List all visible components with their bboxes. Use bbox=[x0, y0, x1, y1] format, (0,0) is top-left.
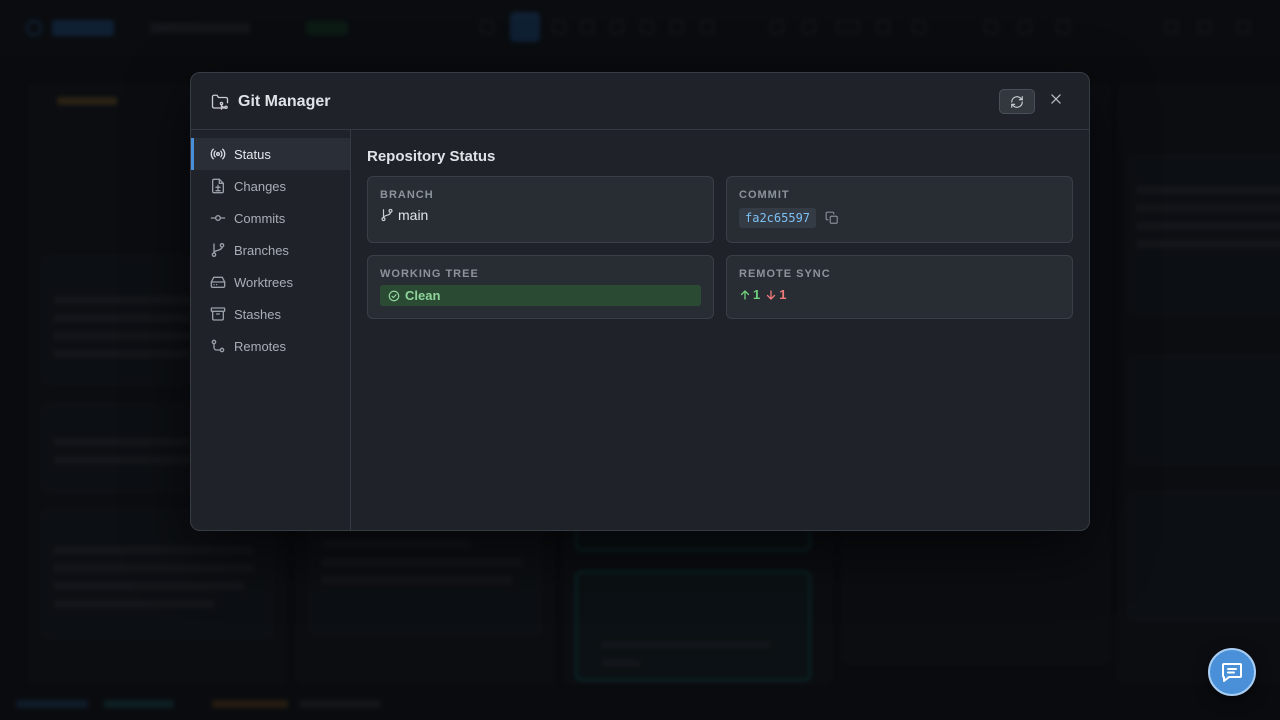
sidebar-item-worktrees[interactable]: Worktrees bbox=[191, 266, 350, 298]
sidebar-item-label: Status bbox=[234, 146, 271, 162]
sidebar-item-stashes[interactable]: Stashes bbox=[191, 298, 350, 330]
commit-card: COMMIT fa2c65597 bbox=[726, 176, 1073, 243]
branch-value-row: main bbox=[380, 207, 428, 223]
branch-card: BRANCH main bbox=[367, 176, 714, 243]
card-label: BRANCH bbox=[380, 189, 434, 201]
behind-count: 1 bbox=[779, 287, 787, 302]
branch-icon bbox=[381, 208, 393, 222]
branch-name: main bbox=[398, 207, 429, 223]
sidebar-item-label: Worktrees bbox=[234, 274, 293, 290]
check-circle-icon bbox=[388, 290, 400, 301]
section-title: Repository Status bbox=[367, 148, 496, 165]
card-label: COMMIT bbox=[739, 189, 790, 201]
refresh-button[interactable] bbox=[999, 89, 1035, 114]
sidebar-item-status[interactable]: Status bbox=[191, 138, 350, 170]
refresh-icon bbox=[1011, 95, 1023, 108]
broadcast-icon bbox=[210, 148, 226, 160]
copy-icon[interactable] bbox=[825, 211, 839, 225]
remote-sync-card: REMOTE SYNC 1 1 bbox=[726, 255, 1073, 319]
status-panel: Repository Status BRANCH main COMMIT fa2… bbox=[351, 130, 1089, 530]
drive-icon bbox=[210, 276, 226, 288]
close-button[interactable] bbox=[1047, 90, 1065, 108]
card-label: WORKING TREE bbox=[380, 268, 479, 280]
sidebar-item-label: Changes bbox=[234, 178, 287, 194]
modal-title: Git Manager bbox=[238, 93, 331, 110]
git-manager-modal: Git Manager Status Changes Commits Branc… bbox=[190, 72, 1090, 531]
branch-icon bbox=[211, 243, 225, 257]
sidebar-item-label: Commits bbox=[234, 210, 286, 226]
chat-icon bbox=[1222, 663, 1242, 682]
sidebar-item-remotes[interactable]: Remotes bbox=[191, 330, 350, 362]
arrow-up-icon bbox=[740, 289, 750, 300]
sidebar-item-changes[interactable]: Changes bbox=[191, 170, 350, 202]
archive-icon bbox=[210, 307, 226, 321]
ahead-count: 1 bbox=[753, 287, 761, 302]
git-sidebar-nav: Status Changes Commits Branches Worktree… bbox=[191, 130, 351, 530]
chat-button[interactable] bbox=[1208, 648, 1256, 696]
sidebar-item-commits[interactable]: Commits bbox=[191, 202, 350, 234]
close-icon bbox=[1051, 94, 1061, 104]
sidebar-item-label: Remotes bbox=[234, 338, 287, 354]
modal-header: Git Manager bbox=[191, 73, 1089, 130]
remote-icon bbox=[211, 339, 225, 353]
sidebar-item-branches[interactable]: Branches bbox=[191, 234, 350, 266]
status-badge: Clean bbox=[380, 285, 701, 306]
card-label: REMOTE SYNC bbox=[739, 268, 831, 280]
commit-value-row: fa2c65597 bbox=[739, 208, 839, 228]
sidebar-item-label: Stashes bbox=[234, 306, 281, 322]
commit-icon bbox=[210, 215, 226, 221]
git-folder-icon bbox=[211, 94, 229, 110]
remote-sync-row: 1 1 bbox=[739, 287, 786, 302]
arrow-down-icon bbox=[767, 289, 776, 300]
working-tree-card: WORKING TREE Clean bbox=[367, 255, 714, 319]
sidebar-item-label: Branches bbox=[234, 242, 289, 258]
working-tree-status: Clean bbox=[405, 288, 441, 303]
commit-hash[interactable]: fa2c65597 bbox=[739, 208, 817, 228]
file-diff-icon bbox=[212, 178, 224, 194]
